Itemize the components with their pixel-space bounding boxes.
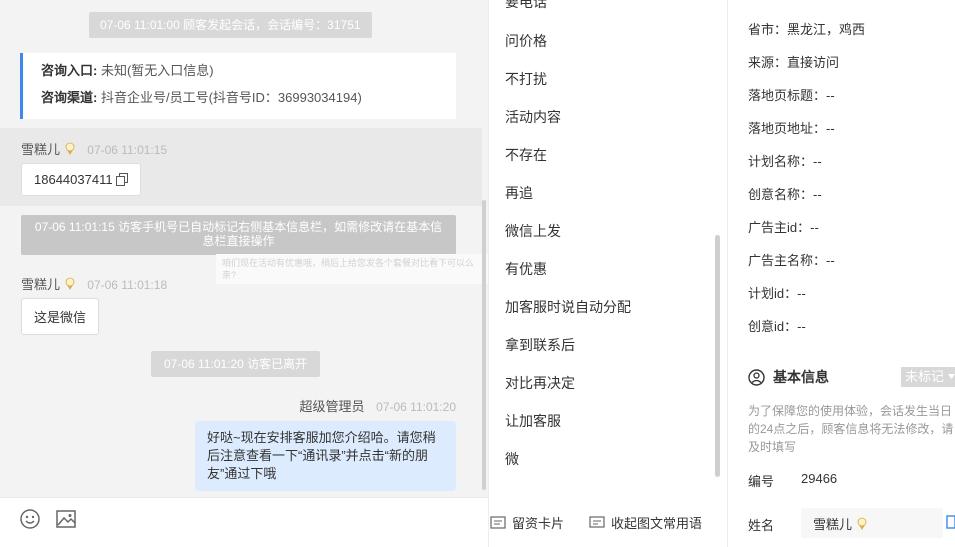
consult-channel-row: 咨询渠道: 抖音企业号/员工号(抖音号ID：36993034194) <box>41 90 438 106</box>
tag-select[interactable]: 未标记 <box>901 367 955 387</box>
name-input[interactable]: 雪糕儿 <box>801 508 943 538</box>
consult-entry-label: 咨询入口: <box>41 63 98 78</box>
name-label: 姓名 <box>748 518 775 533</box>
ice-cream-icon <box>857 517 867 530</box>
detail-landing-url: 落地页地址：-- <box>748 121 835 136</box>
consult-channel-value: 抖音企业号/员工号(抖音号ID：36993034194) <box>100 90 362 105</box>
detail-creative-id: 创意id：-- <box>748 319 806 334</box>
agent-sender: 超级管理员 07-06 11:01:20 <box>300 396 457 415</box>
quick-reply-item[interactable]: 再追 <box>505 183 533 203</box>
quick-reply-item[interactable]: 拿到联系后 <box>505 335 575 355</box>
detail-source: 来源：直接访问 <box>748 55 840 70</box>
detail-creative-name: 创意名称：-- <box>748 187 822 202</box>
quick-reply-item[interactable]: 有优惠 <box>505 259 547 279</box>
chat-panel: 07-06 11:01:00 顾客发起会话，会话编号：31751 咨询入口: 未… <box>0 0 488 547</box>
message-time: 07-06 11:01:15 <box>87 143 168 157</box>
detail-plan-name: 计划名称：-- <box>748 154 822 169</box>
leave-card-button[interactable]: 留资卡片 <box>490 513 564 532</box>
message-text: 18644037411 <box>34 172 113 187</box>
user-circle-icon <box>748 368 765 386</box>
image-icon[interactable] <box>55 508 77 530</box>
consult-channel-label: 咨询渠道: <box>41 90 98 105</box>
message-time: 07-06 11:01:18 <box>87 278 168 292</box>
edit-deadline-hint: 为了保障您的使用体验，会话发生当日的24点之后，顾客信息将无法修改，请及时填写 <box>748 404 954 454</box>
agent-message-bubble[interactable]: 好哒~现在安排客服加您介绍哈。请您稍后注意查看一下“通讯录”并点击“新的朋友”通… <box>195 421 456 491</box>
message-bubble[interactable]: 18644037411 <box>21 163 142 196</box>
quick-reply-item[interactable]: 加客服时说自动分配 <box>505 297 631 317</box>
message-composer[interactable] <box>0 497 488 547</box>
number-value: 29466 <box>801 471 838 486</box>
card-icon <box>490 515 506 529</box>
quick-reply-item[interactable]: 不存在 <box>505 145 547 165</box>
visitor-left-notice: 07-06 11:01:20 访客已离开 <box>151 351 321 377</box>
quick-reply-item[interactable]: 微信上发 <box>505 221 561 241</box>
smile-icon[interactable] <box>19 508 41 530</box>
message-sender: 雪糕儿 07-06 11:01:15 <box>21 139 167 158</box>
sender-name: 雪糕儿 <box>21 277 61 292</box>
quick-reply-item[interactable]: 让加客服 <box>505 411 561 431</box>
message-bubble[interactable]: 这是微信 <box>21 298 100 335</box>
session-start-notice: 07-06 11:01:00 顾客发起会话，会话编号：31751 <box>89 12 372 38</box>
quick-reply-item[interactable]: 对比再决定 <box>505 373 575 393</box>
detail-province: 省市：黑龙江，鸡西 <box>748 22 866 37</box>
quick-reply-panel: 要电话 问价格 不打扰 活动内容 不存在 再追 微信上发 有优惠 加客服时说自动… <box>488 0 728 547</box>
ice-cream-icon <box>65 277 75 290</box>
leave-card-label: 留资卡片 <box>512 516 565 531</box>
agent-name: 超级管理员 <box>299 399 365 414</box>
message-icon <box>589 515 605 528</box>
collapse-phrases-button[interactable]: 收起图文常用语 <box>589 513 702 532</box>
quick-reply-item[interactable]: 问价格 <box>505 31 547 51</box>
quick-reply-item[interactable]: 微 <box>505 449 519 469</box>
quick-reply-item[interactable]: 要电话 <box>505 0 547 12</box>
message-text: 这是微信 <box>34 310 87 325</box>
quick-reply-footer: 留资卡片 收起图文常用语 <box>489 500 727 547</box>
name-value: 雪糕儿 <box>813 517 853 532</box>
sender-name: 雪糕儿 <box>21 142 61 157</box>
collapse-phrases-label: 收起图文常用语 <box>611 516 703 531</box>
detail-advertiser-id: 广告主id：-- <box>748 220 819 235</box>
chat-scrollbar[interactable] <box>482 200 486 490</box>
number-label: 编号 <box>748 474 775 489</box>
customer-details-panel: 省市：黑龙江，鸡西 来源：直接访问 落地页标题：-- 落地页地址：-- 计划名称… <box>728 0 955 547</box>
quick-reply-item[interactable]: 不打扰 <box>505 69 547 89</box>
message-sender: 雪糕儿 07-06 11:01:18 <box>21 274 167 293</box>
tag-select-value: 未标记 <box>905 369 945 384</box>
ice-cream-icon <box>65 142 75 155</box>
detail-plan-id: 计划id：-- <box>748 286 806 301</box>
consult-info-card: 咨询入口: 未知(暂无入口信息) 咨询渠道: 抖音企业号/员工号(抖音号ID：3… <box>20 53 456 119</box>
consult-entry-value: 未知(暂无入口信息) <box>100 63 214 78</box>
detail-advertiser-name: 广告主名称：-- <box>748 253 835 268</box>
copy-icon[interactable] <box>946 515 955 529</box>
consult-entry-row: 咨询入口: 未知(暂无入口信息) <box>41 63 438 79</box>
basic-info-title: 基本信息 <box>773 369 829 385</box>
quick-reply-item[interactable]: 活动内容 <box>505 107 561 127</box>
auto-mark-notice: 07-06 11:01:15 访客手机号已自动标记右侧基本信息栏，如需修改请在基… <box>21 215 456 255</box>
quick-reply-scrollbar[interactable] <box>715 235 720 477</box>
detail-landing-title: 落地页标题：-- <box>748 88 835 103</box>
hover-tooltip: 咱们现在活动有优惠哦，稍后上给您发各个套餐对比看下可以么亲? <box>216 254 488 284</box>
caret-down-icon <box>947 374 955 379</box>
basic-info-heading: 基本信息 <box>748 367 829 387</box>
copy-icon[interactable] <box>116 173 129 186</box>
agent-time: 07-06 11:01:20 <box>376 400 456 414</box>
